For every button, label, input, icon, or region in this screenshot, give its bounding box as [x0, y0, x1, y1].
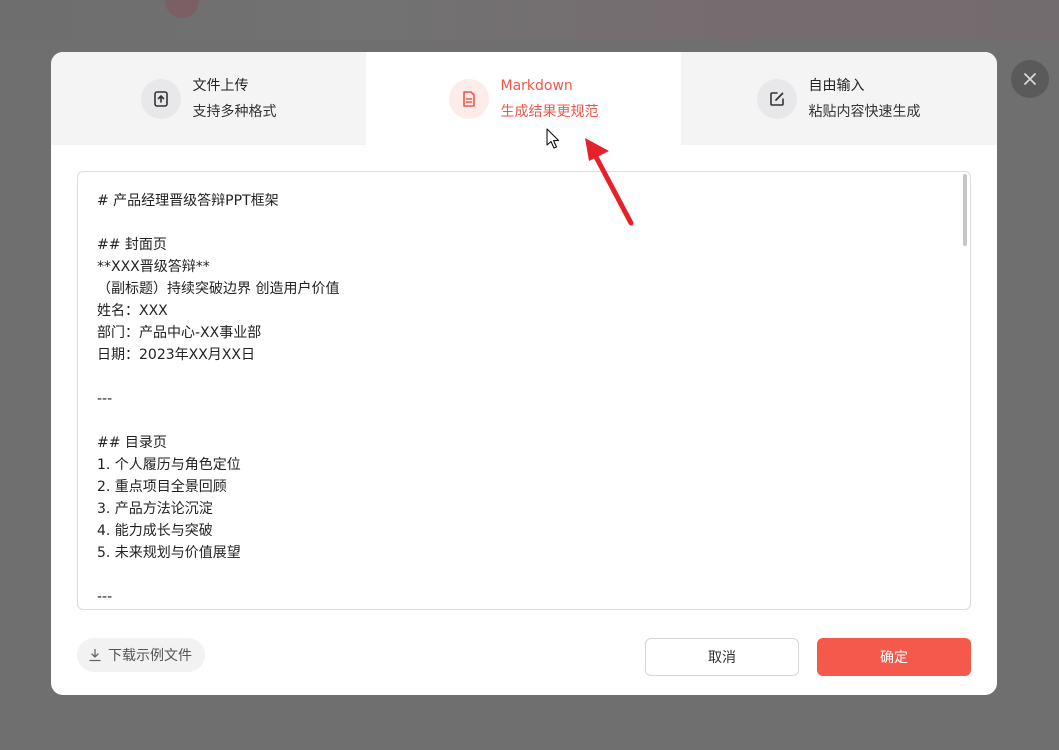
- editor-line: （副标题）持续突破边界 创造用户价值: [97, 281, 340, 297]
- editor-line: ---: [97, 391, 113, 407]
- close-icon: [1024, 73, 1036, 85]
- tab-bar: 文件上传 支持多种格式 Markdown 生成结果更规范 自由输入 粘贴内容快速…: [51, 52, 997, 145]
- document-icon: [448, 78, 489, 119]
- editor-line: ## 目录页: [97, 435, 167, 451]
- editor-line: 部门：产品中心-XX事业部: [97, 325, 262, 341]
- tab-title: Markdown: [500, 77, 573, 94]
- scrollbar-thumb[interactable]: [963, 174, 967, 246]
- markdown-editor[interactable]: # 产品经理晋级答辩PPT框架 ## 封面页 **XXX晋级答辩** （副标题）持续…: [77, 171, 971, 610]
- download-label: 下载示例文件: [108, 648, 192, 664]
- editor-line: 5. 未来规划与价值展望: [97, 545, 241, 561]
- confirm-button[interactable]: 确定: [817, 638, 971, 676]
- background-decoration: [165, 0, 199, 18]
- background-page: [0, 0, 1059, 40]
- editor-line: 2. 重点项目全景回顾: [97, 479, 227, 495]
- close-button[interactable]: [1011, 60, 1049, 98]
- annotation-arrow: [585, 138, 634, 226]
- tab-file-upload[interactable]: 文件上传 支持多种格式: [51, 52, 366, 145]
- tab-subtitle: 支持多种格式: [192, 103, 277, 120]
- editor-line: # 产品经理晋级答辩PPT框架: [97, 193, 279, 209]
- editor-line: **XXX晋级答辩**: [97, 259, 210, 275]
- editor-line: 日期：2023年XX月XX日: [97, 347, 255, 363]
- edit-icon: [756, 78, 797, 119]
- editor-line: 4. 能力成长与突破: [97, 523, 213, 539]
- tab-title: 自由输入: [808, 77, 865, 94]
- editor-line: ---: [97, 589, 113, 605]
- tab-free-input[interactable]: 自由输入 粘贴内容快速生成: [681, 52, 996, 145]
- tab-title: 文件上传: [192, 77, 249, 94]
- download-sample-button[interactable]: 下载示例文件: [77, 638, 205, 672]
- editor-scrollbar[interactable]: [961, 172, 969, 609]
- cancel-button[interactable]: 取消: [645, 638, 799, 676]
- mouse-cursor-icon: [546, 128, 560, 149]
- upload-icon: [140, 78, 181, 119]
- tab-subtitle: 粘贴内容快速生成: [808, 103, 921, 120]
- download-icon: [89, 648, 101, 662]
- markdown-text[interactable]: # 产品经理晋级答辩PPT框架 ## 封面页 **XXX晋级答辩** （副标题）持续…: [97, 190, 947, 608]
- editor-line: 3. 产品方法论沉淀: [97, 501, 213, 517]
- editor-line: ## 封面页: [97, 237, 167, 253]
- markdown-import-dialog: 文件上传 支持多种格式 Markdown 生成结果更规范 自由输入 粘贴内容快速…: [51, 52, 997, 695]
- tab-markdown[interactable]: Markdown 生成结果更规范: [366, 52, 681, 145]
- editor-line: 姓名：XXX: [97, 303, 168, 319]
- editor-line: 1. 个人履历与角色定位: [97, 457, 241, 473]
- tab-subtitle: 生成结果更规范: [500, 103, 599, 120]
